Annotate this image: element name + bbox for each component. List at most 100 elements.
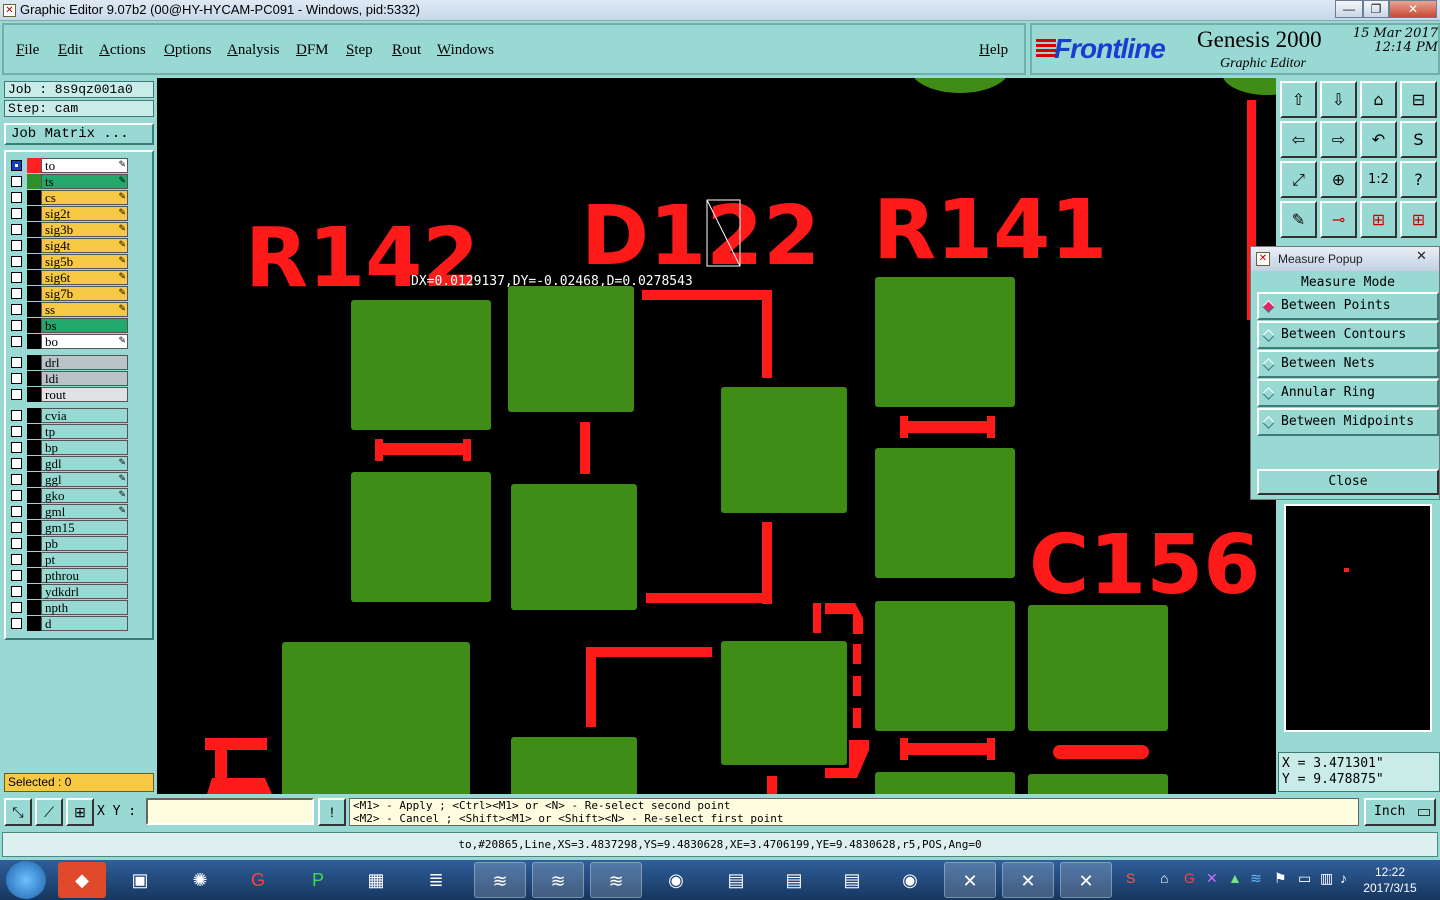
layer-color-swatch[interactable] — [27, 222, 41, 237]
menu-actions[interactable]: Actions — [99, 42, 146, 59]
tool-zoom-fit-button[interactable]: ⤢ — [1280, 161, 1317, 198]
layer-name[interactable]: bo — [41, 334, 128, 349]
option-between-nets[interactable]: Between Nets — [1257, 350, 1439, 378]
taskbar-frontline-icon[interactable]: ≋ — [474, 862, 526, 898]
pad[interactable] — [1028, 605, 1168, 731]
layer-color-swatch[interactable] — [27, 302, 41, 317]
tool-pan-right-button[interactable]: ⇨ — [1320, 121, 1357, 158]
layer-name[interactable]: rout — [41, 387, 128, 402]
pad[interactable] — [351, 472, 491, 602]
layer-color-swatch[interactable] — [27, 424, 41, 439]
layer-color-swatch[interactable] — [27, 584, 41, 599]
layer-checkbox[interactable] — [11, 506, 22, 517]
layer-checkbox[interactable] — [11, 240, 22, 251]
pad[interactable] — [511, 484, 637, 610]
taskbar-calculator-icon[interactable]: ▦ — [350, 862, 402, 898]
layer-row-gko[interactable]: gko ✎ — [10, 488, 128, 503]
layer-color-swatch[interactable] — [27, 190, 41, 205]
tool-probe-button[interactable]: ⊸ — [1320, 201, 1357, 238]
layer-row-sig6t[interactable]: sig6t ✎ — [10, 270, 128, 285]
pad[interactable] — [875, 448, 1015, 578]
layer-color-swatch[interactable] — [27, 270, 41, 285]
layer-color-swatch[interactable] — [27, 472, 41, 487]
layer-color-swatch[interactable] — [27, 254, 41, 269]
layer-checkbox[interactable] — [11, 570, 22, 581]
taskbar-shell-icon[interactable]: ✺ — [174, 862, 226, 898]
pad[interactable] — [351, 300, 491, 430]
layer-name[interactable]: ts — [41, 174, 128, 189]
layer-row-npth[interactable]: npth — [10, 600, 128, 615]
layer-name[interactable]: cs — [41, 190, 128, 205]
option-between-contours[interactable]: Between Contours — [1257, 321, 1439, 349]
tray-network-icon[interactable]: ⌂ — [1160, 870, 1168, 886]
maximize-button[interactable]: ❐ — [1363, 0, 1389, 18]
pad[interactable] — [875, 277, 1015, 407]
layer-checkbox[interactable] — [11, 410, 22, 421]
draw-line-icon[interactable]: ⤡ — [4, 798, 32, 826]
layer-row-rout[interactable]: rout — [10, 387, 128, 402]
layer-checkbox[interactable] — [11, 458, 22, 469]
option-between-points[interactable]: Between Points — [1257, 292, 1439, 320]
option-between-midpoints[interactable]: Between Midpoints — [1257, 408, 1439, 436]
layer-checkbox[interactable] — [11, 602, 22, 613]
layer-name[interactable]: ydkdrl — [41, 584, 128, 599]
layer-color-swatch[interactable] — [27, 488, 41, 503]
pad[interactable] — [721, 641, 847, 765]
layer-name[interactable]: sig3b — [41, 222, 128, 237]
measure-close-button[interactable]: Close — [1257, 469, 1439, 495]
taskbar-excel-icon[interactable]: ▤ — [826, 862, 878, 898]
tray-flag-icon[interactable]: ⚑ — [1274, 870, 1287, 887]
menu-options[interactable]: Options — [164, 42, 212, 59]
layer-name[interactable]: ldi — [41, 371, 128, 386]
layer-row-tp[interactable]: tp — [10, 424, 128, 439]
layer-name[interactable]: npth — [41, 600, 128, 615]
menu-dfm[interactable]: DFM — [296, 42, 329, 59]
layer-name[interactable]: cvia — [41, 408, 128, 423]
taskbar-frontline-icon[interactable]: ≋ — [590, 862, 642, 898]
layer-row-gml[interactable]: gml ✎ — [10, 504, 128, 519]
tool-layers-button[interactable]: ⊞ — [1400, 201, 1437, 238]
layer-color-swatch[interactable] — [27, 174, 41, 189]
pad[interactable] — [508, 286, 634, 412]
pad[interactable] — [1028, 774, 1168, 794]
layer-checkbox[interactable] — [11, 426, 22, 437]
layer-color-swatch[interactable] — [27, 371, 41, 386]
layer-checkbox[interactable] — [11, 320, 22, 331]
layer-row-pthrou[interactable]: pthrou — [10, 568, 128, 583]
layer-name[interactable]: gm15 — [41, 520, 128, 535]
layer-row-cs[interactable]: cs ✎ — [10, 190, 128, 205]
taskbar-app-icon[interactable]: ◆ — [58, 862, 106, 898]
layer-color-swatch[interactable] — [27, 318, 41, 333]
popup-close-icon[interactable]: ✕ — [1416, 248, 1427, 264]
taskbar-graphic-editor-icon[interactable]: ✕ — [1060, 862, 1112, 898]
tray-ime-icon[interactable]: S — [1126, 870, 1135, 886]
tool-pan-left-button[interactable]: ⇦ — [1280, 121, 1317, 158]
tray-app-icon[interactable]: ▲ — [1228, 870, 1242, 886]
taskbar-graphic-editor-icon[interactable]: ✕ — [1002, 862, 1054, 898]
option-annular-ring[interactable]: Annular Ring — [1257, 379, 1439, 407]
pad[interactable] — [875, 772, 1015, 794]
taskbar-app-icon[interactable]: P — [292, 862, 344, 898]
layer-row-sig7b[interactable]: sig7b ✎ — [10, 286, 128, 301]
layer-row-to[interactable]: to ✎ — [10, 158, 128, 173]
layer-row-ss[interactable]: ss ✎ — [10, 302, 128, 317]
tool-home-button[interactable]: ⌂ — [1360, 81, 1397, 118]
layer-name[interactable]: sig2t — [41, 206, 128, 221]
layer-row-sig5b[interactable]: sig5b ✎ — [10, 254, 128, 269]
layer-checkbox[interactable] — [11, 490, 22, 501]
minimize-button[interactable]: — — [1335, 0, 1363, 18]
layer-color-swatch[interactable] — [27, 456, 41, 471]
layer-color-swatch[interactable] — [27, 158, 41, 173]
unit-select[interactable]: Inch — [1364, 798, 1436, 826]
layer-name[interactable]: pb — [41, 536, 128, 551]
taskbar-frontline-icon[interactable]: ≋ — [532, 862, 584, 898]
layer-color-swatch[interactable] — [27, 440, 41, 455]
layer-checkbox[interactable] — [11, 224, 22, 235]
taskbar-excel-icon[interactable]: ▤ — [768, 862, 820, 898]
layer-checkbox[interactable] — [11, 192, 22, 203]
layer-name[interactable]: to — [41, 158, 128, 173]
layer-color-swatch[interactable] — [27, 387, 41, 402]
layer-row-pb[interactable]: pb — [10, 536, 128, 551]
layer-row-gdl[interactable]: gdl ✎ — [10, 456, 128, 471]
layer-name[interactable]: gko — [41, 488, 128, 503]
